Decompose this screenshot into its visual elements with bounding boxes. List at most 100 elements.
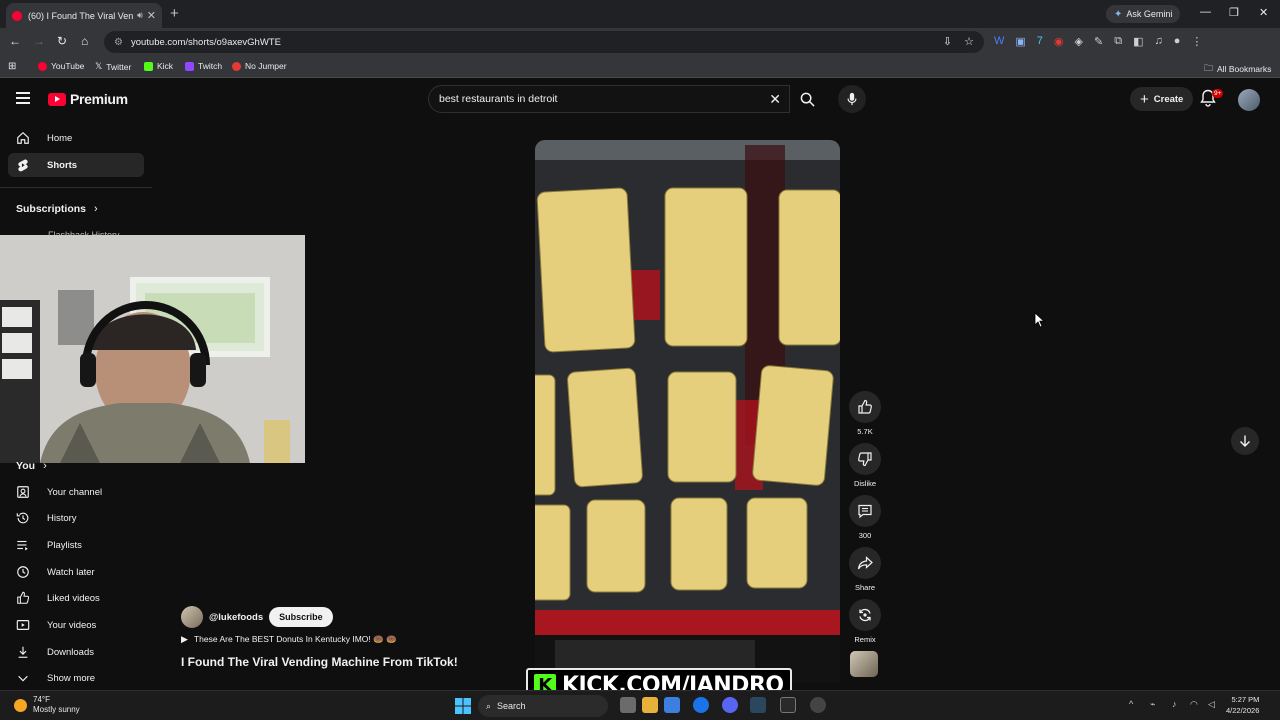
mail-app-icon[interactable] <box>664 697 680 713</box>
steam-icon[interactable] <box>750 697 766 713</box>
sidebar-item-your-channel[interactable]: Your channel <box>8 480 144 504</box>
new-tab-button[interactable]: + <box>170 5 179 22</box>
like-button[interactable] <box>849 391 881 423</box>
sidebar-item-home[interactable]: Home <box>8 126 144 150</box>
bookmark-label: Kick <box>157 61 174 71</box>
next-short-button[interactable] <box>1231 427 1259 455</box>
sidebar-item-playlists[interactable]: Playlists <box>8 533 144 557</box>
remix-icon <box>859 608 871 622</box>
hamburger-menu-icon[interactable] <box>16 92 30 107</box>
channel-name[interactable]: @lukefoods <box>209 612 263 623</box>
obs-icon[interactable] <box>780 697 796 713</box>
minimize-icon[interactable]: — <box>1200 6 1211 18</box>
extensions-area: W ▣ 7 ◉ ◈ ✎ ⧉ ◧ ♫ ● ⋮ <box>994 35 1202 48</box>
sidebar-item-watch-later[interactable]: Watch later <box>8 560 144 584</box>
video-icon <box>16 620 30 630</box>
shorts-video-player[interactable] <box>535 140 840 682</box>
system-clock[interactable]: 5:27 PM 4/22/2026 <box>1226 694 1259 716</box>
chevron-right-icon: › <box>94 203 98 215</box>
file-explorer-icon[interactable] <box>642 697 658 713</box>
app-icon[interactable] <box>810 697 826 713</box>
search-input[interactable]: best restaurants in detroit ✕ <box>428 85 790 113</box>
extension-record-icon[interactable]: ◉ <box>1054 35 1064 48</box>
share-button[interactable] <box>849 547 881 579</box>
back-icon[interactable]: ← <box>9 34 21 48</box>
tab-title: (60) I Found The Viral Vend <box>28 10 134 21</box>
address-bar[interactable]: ⚙︎ youtube.com/shorts/o9axevGhWTE ⇩ ☆ <box>104 31 984 53</box>
subscribe-button[interactable]: Subscribe <box>269 607 333 627</box>
sidebar-item-downloads[interactable]: Downloads <box>8 640 144 664</box>
sidebar-item-shorts[interactable]: Shorts <box>8 153 144 177</box>
task-view-icon[interactable] <box>620 697 636 713</box>
clear-search-icon[interactable]: ✕ <box>769 91 781 108</box>
extension-7tv-icon[interactable]: 7 <box>1037 35 1043 48</box>
twitch-logo-icon <box>185 61 194 71</box>
extension-tab-icon[interactable]: ▣ <box>1015 35 1025 48</box>
extension-shield-icon[interactable]: ◈ <box>1075 35 1083 48</box>
profile-icon[interactable]: ● <box>1174 35 1181 48</box>
extension-w-icon[interactable]: W <box>994 35 1004 48</box>
sun-icon <box>14 698 27 712</box>
account-avatar[interactable] <box>1238 89 1260 111</box>
discord-icon[interactable] <box>722 697 738 713</box>
media-control-icon[interactable]: ♫ <box>1154 35 1162 48</box>
you-heading[interactable]: You › <box>16 460 47 472</box>
chevron-right-icon: › <box>43 460 47 472</box>
apps-grid-icon[interactable]: ⊞ <box>8 61 16 72</box>
close-window-icon[interactable]: ✕ <box>1259 6 1268 19</box>
remix-action[interactable]: Remix <box>848 599 882 644</box>
short-title[interactable]: I Found The Viral Vending Machine From T… <box>181 655 458 669</box>
voice-search-button[interactable] <box>838 85 866 113</box>
comments-button[interactable] <box>849 495 881 527</box>
sound-thumbnail[interactable] <box>850 651 878 677</box>
volume-icon[interactable]: ◁ <box>1208 699 1215 710</box>
dislike-action[interactable]: Dislike <box>848 443 882 488</box>
bookmark-twitter[interactable]: 𝕏 Twitter <box>95 61 131 72</box>
create-button[interactable]: + Create <box>1130 87 1194 111</box>
bookmark-kick[interactable]: Kick <box>144 61 173 71</box>
site-info-icon[interactable]: ⚙︎ <box>114 37 123 48</box>
speaker-icon[interactable]: 🔊︎ <box>137 10 143 21</box>
windows-start-icon[interactable] <box>455 698 471 714</box>
tray-chevron-up-icon[interactable]: ^ <box>1129 699 1133 709</box>
wifi-icon[interactable]: ◠ <box>1190 699 1198 710</box>
sidebar-item-history[interactable]: History <box>8 506 144 530</box>
channel-avatar[interactable] <box>181 606 203 628</box>
bookmark-twitch[interactable]: Twitch <box>185 61 222 71</box>
remix-button[interactable] <box>849 599 881 631</box>
bookmark-youtube[interactable]: YouTube <box>38 61 84 71</box>
extension-pen-icon[interactable]: ✎ <box>1094 35 1103 48</box>
microphone-tray-icon[interactable]: ♪ <box>1172 699 1177 709</box>
install-app-icon[interactable]: ⇩ <box>943 35 952 48</box>
all-bookmarks[interactable]: 🗀︎ All Bookmarks <box>1204 61 1271 77</box>
youtube-logo[interactable]: Premium <box>48 91 128 107</box>
comments-action[interactable]: 300 <box>848 495 882 540</box>
reload-icon[interactable]: ↻ <box>57 34 67 48</box>
search-button[interactable] <box>790 85 824 113</box>
sidebar-item-liked-videos[interactable]: Liked videos <box>8 586 144 610</box>
chrome-icon[interactable] <box>693 697 709 713</box>
ask-gemini-label: Ask Gemini <box>1126 9 1173 19</box>
weather-widget[interactable]: 74°F Mostly sunny <box>14 695 80 715</box>
forward-icon[interactable]: → <box>33 34 45 48</box>
linked-video[interactable]: ▶ These Are The BEST Donuts In Kentucky … <box>181 634 397 645</box>
home-browser-icon[interactable]: ⌂ <box>81 34 88 48</box>
extensions-puzzle-icon[interactable]: ⧉ <box>1114 35 1122 48</box>
sidebar-item-your-videos[interactable]: Your videos <box>8 613 144 637</box>
kebab-menu-icon[interactable]: ⋮ <box>1191 35 1202 48</box>
bookmark-no-jumper[interactable]: No Jumper <box>232 61 287 71</box>
restore-icon[interactable]: ❐ <box>1229 6 1239 19</box>
bookmark-star-icon[interactable]: ☆ <box>964 35 974 48</box>
sidebar-item-show-more[interactable]: Show more <box>8 666 144 690</box>
taskbar-search[interactable]: ⌕ Search <box>478 695 608 717</box>
youtube-header: Premium best restaurants in detroit ✕ + … <box>0 80 1280 120</box>
share-action[interactable]: Share <box>848 547 882 592</box>
browser-tab[interactable]: (60) I Found The Viral Vend 🔊︎ ✕ <box>6 3 162 28</box>
network-icon[interactable]: ⌁ <box>1150 699 1155 710</box>
dislike-button[interactable] <box>849 443 881 475</box>
ask-gemini-button[interactable]: ✦ Ask Gemini <box>1106 5 1181 23</box>
like-action[interactable]: 5.7K <box>848 391 882 436</box>
subscriptions-heading[interactable]: Subscriptions › <box>16 203 98 215</box>
side-panel-icon[interactable]: ◧ <box>1133 35 1143 48</box>
close-tab-icon[interactable]: ✕ <box>147 9 156 22</box>
